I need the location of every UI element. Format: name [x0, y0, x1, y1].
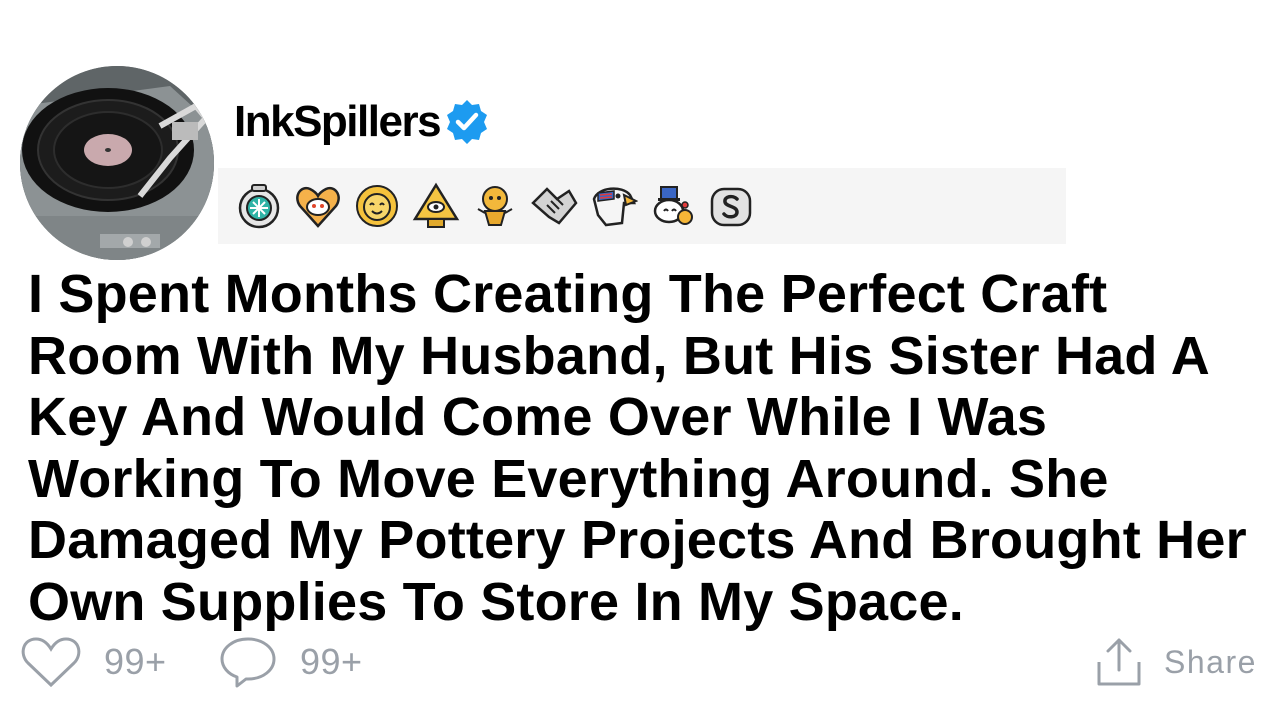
share-icon — [1097, 638, 1141, 686]
post-title[interactable]: I Spent Months Creating The Perfect Craf… — [28, 264, 1268, 633]
username[interactable]: InkSpillers — [234, 96, 442, 148]
eagle-badge-icon[interactable] — [588, 181, 638, 231]
snoo-uncle-sam-badge-icon[interactable] — [647, 181, 697, 231]
comment-bubble-icon — [220, 637, 276, 688]
sun-face-badge-icon[interactable] — [352, 181, 402, 231]
share-label: Share — [1164, 643, 1257, 680]
record-player-image — [20, 66, 214, 260]
silver-s-badge-icon[interactable] — [706, 181, 756, 231]
pyramid-eye-badge-icon[interactable] — [411, 181, 461, 231]
comment-count: 99+ — [300, 641, 363, 682]
avatar[interactable] — [20, 66, 214, 260]
ring-badge-icon[interactable] — [234, 181, 284, 231]
verified-check-icon — [447, 100, 488, 144]
handshake-badge-icon[interactable] — [529, 181, 579, 231]
comment-button[interactable]: 99+ — [218, 636, 363, 688]
share-button[interactable]: Share — [1096, 636, 1257, 688]
heart-icon — [21, 637, 81, 688]
like-button[interactable]: 99+ — [20, 636, 167, 688]
gold-trophy-badge-icon[interactable] — [470, 181, 520, 231]
post-header: InkSpillers — [234, 96, 492, 148]
heart-face-badge-icon[interactable] — [293, 181, 343, 231]
like-count: 99+ — [104, 641, 167, 682]
awards-bar — [218, 168, 1066, 244]
